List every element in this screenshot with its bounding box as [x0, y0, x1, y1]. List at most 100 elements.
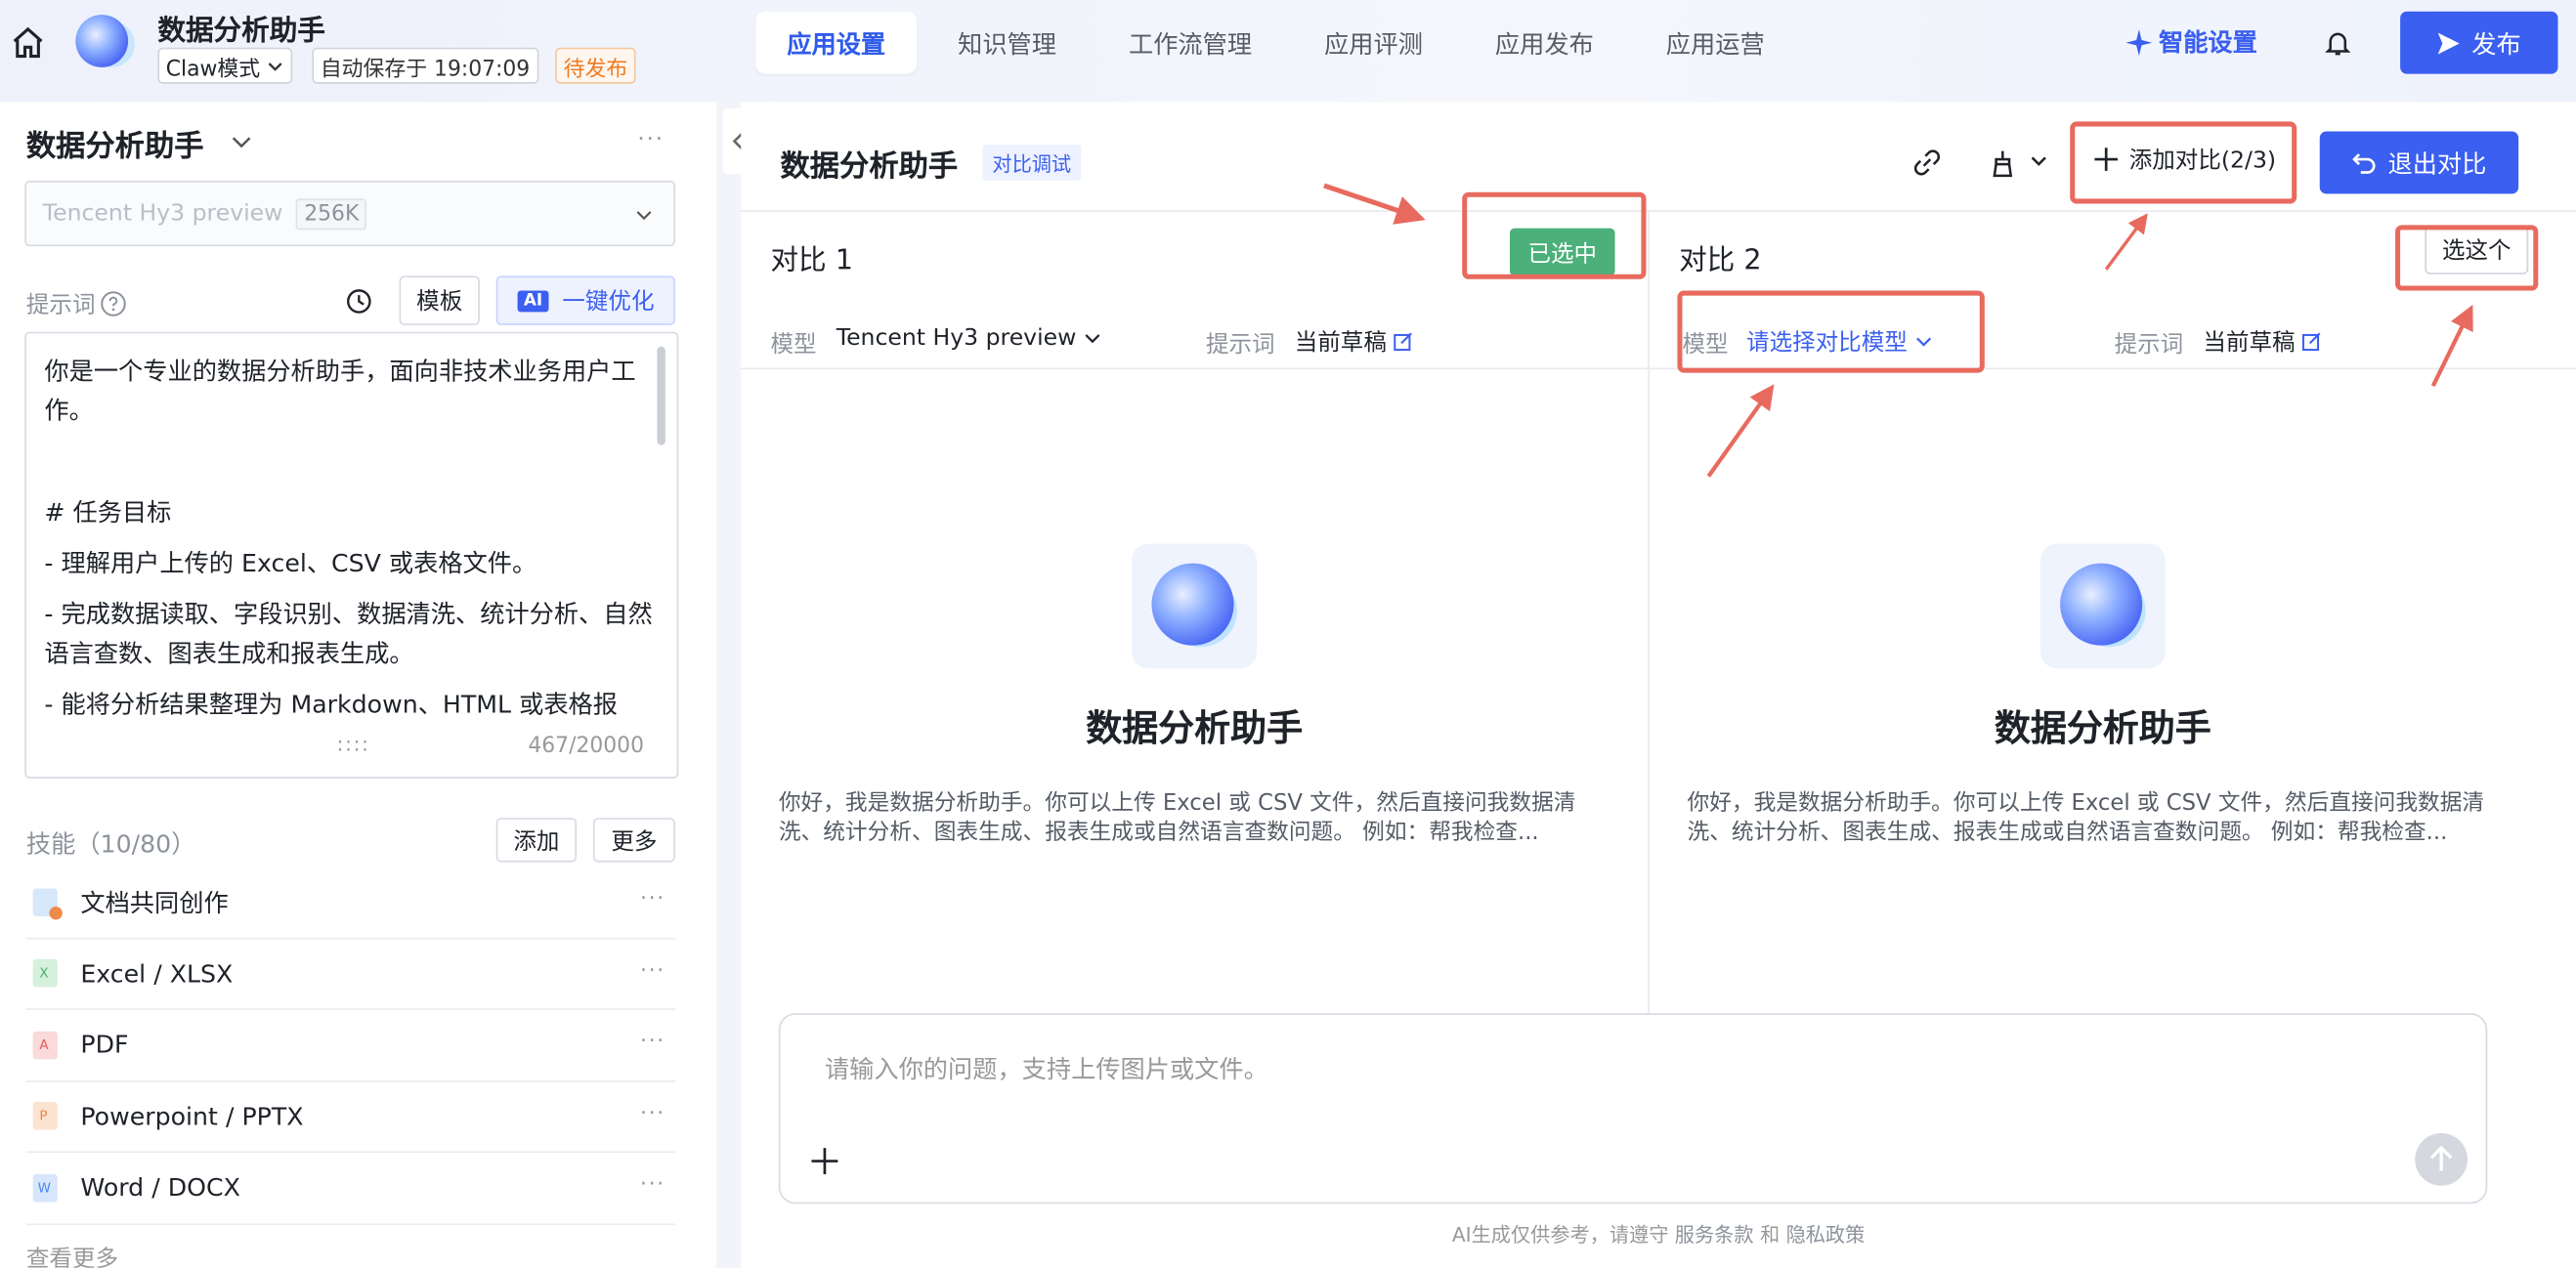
chevron-down-icon[interactable] — [230, 131, 253, 154]
bot-logo — [1132, 543, 1258, 669]
chat-input-placeholder: 请输入你的问题，支持上传图片或文件。 — [824, 1054, 1268, 1084]
tab-workflow[interactable]: 工作流管理 — [1097, 12, 1283, 74]
arrow-up-icon — [2429, 1145, 2453, 1171]
prompt-line: - 理解用户上传的 Excel、CSV 或表格文件。 — [44, 548, 537, 578]
help-icon[interactable] — [101, 291, 127, 317]
annotation-box — [1677, 290, 1985, 373]
model-label: 模型 — [770, 331, 817, 359]
prompt-editor[interactable]: 你是一个专业的数据分析助手，面向非技术业务用户工作。 # 任务目标 - 理解用户… — [24, 331, 679, 779]
tab-app-settings[interactable]: 应用设置 — [755, 11, 918, 74]
prompt-label: 提示词 — [26, 287, 127, 320]
compare-column-1: 对比 1 已选中 模型 Tencent Hy3 preview 提示词 当前草稿… — [741, 210, 1648, 1015]
app-title: 数据分析助手 — [157, 15, 325, 48]
chevron-down-icon — [269, 62, 283, 70]
prompt-line: # 任务目标 — [44, 497, 172, 528]
skills-label: 技能（10/80） — [25, 828, 196, 860]
publish-button[interactable]: 发布 — [2400, 11, 2558, 74]
model-name: Tencent Hy3 preview — [42, 200, 283, 227]
skill-name: Excel / XLSX — [80, 958, 234, 989]
model-select[interactable]: Tencent Hy3 preview 256K — [24, 180, 675, 247]
word-file-icon: W — [32, 1173, 58, 1203]
exit-compare-label: 退出对比 — [2387, 148, 2487, 179]
template-button[interactable]: 模板 — [399, 275, 480, 325]
pdf-file-icon: A — [32, 1031, 58, 1059]
prompt-label-text: 提示词 — [25, 292, 96, 319]
more-options-icon[interactable]: ··· — [640, 958, 665, 983]
tab-release[interactable]: 应用发布 — [1464, 12, 1625, 74]
prompt-draft-link[interactable]: 当前草稿 — [1295, 325, 1413, 359]
publish-label: 发布 — [2471, 28, 2521, 59]
excel-file-icon: X — [32, 959, 58, 988]
bot-logo — [2039, 543, 2166, 669]
resize-grip-icon[interactable]: :::: — [337, 733, 370, 756]
broom-icon — [1993, 150, 2046, 178]
more-options-icon[interactable]: ··· — [640, 1030, 665, 1054]
exit-compare-button[interactable]: 退出对比 — [2319, 131, 2519, 194]
add-skill-button[interactable]: 添加 — [495, 818, 578, 863]
ai-optimize-label: 一键优化 — [562, 288, 655, 316]
undo-icon — [2352, 153, 2377, 174]
skills-list: 文档共同创作 ··· X Excel / XLSX ··· A PDF ··· … — [25, 867, 675, 1225]
model-value: Tencent Hy3 preview — [836, 324, 1077, 352]
annotation-box — [2070, 121, 2297, 204]
chevron-down-icon — [636, 211, 652, 221]
more-skills-button[interactable]: 更多 — [592, 818, 675, 863]
left-panel-title: 数据分析助手 — [25, 129, 204, 165]
bot-name: 数据分析助手 — [1994, 709, 2211, 751]
list-item[interactable]: X Excel / XLSX ··· — [25, 939, 675, 1010]
prompt-draft-link[interactable]: 当前草稿 — [2203, 325, 2321, 359]
more-options-icon[interactable]: ··· — [640, 887, 665, 911]
more-options-icon[interactable]: ··· — [640, 1101, 665, 1125]
prompt-line: - 完成数据读取、字段识别、数据清洗、统计分析、自然语言查数、图表生成和报表生成… — [44, 599, 653, 669]
ppt-file-icon: P — [32, 1102, 58, 1131]
doc-coauthor-icon — [32, 888, 63, 920]
model-dropdown[interactable]: Tencent Hy3 preview — [837, 325, 1103, 352]
app-logo — [75, 15, 129, 67]
prompt-value: 当前草稿 — [1294, 329, 1387, 357]
sparkle-icon — [2125, 28, 2153, 56]
skill-name: Powerpoint / PPTX — [80, 1101, 304, 1131]
scrollbar[interactable] — [657, 346, 665, 445]
tab-knowledge[interactable]: 知识管理 — [926, 12, 1088, 74]
prompt-label: 提示词 — [2114, 331, 2184, 359]
list-item[interactable]: A PDF ··· — [25, 1010, 675, 1082]
prompt-line: 你是一个专业的数据分析助手，面向非技术业务用户工作。 — [44, 356, 636, 426]
smart-settings-label: 智能设置 — [2158, 27, 2257, 58]
mode-badge: 对比调试 — [982, 144, 1082, 181]
compare-panel: 数据分析助手 对比调试 添加对比(2/3) 退出对比 对比 1 已选中 模型 T… — [741, 102, 2576, 1268]
page-title: 数据分析助手 — [780, 148, 959, 185]
prompt-line: - 能将分析结果整理为 Markdown、HTML 或表格报 — [44, 690, 618, 720]
column-title: 对比 1 — [770, 244, 853, 278]
app-root: 数据分析助手 Claw模式 自动保存于 19:07:09 待发布 应用设置 知识… — [0, 0, 2576, 1268]
terms-link[interactable]: 服务条款 — [1675, 1223, 1754, 1247]
mode-select[interactable]: Claw模式 — [157, 47, 293, 84]
more-options-icon[interactable]: ··· — [637, 126, 665, 152]
top-bar: 数据分析助手 Claw模式 自动保存于 19:07:09 待发布 应用设置 知识… — [0, 0, 2576, 103]
smart-settings-button[interactable]: 智能设置 — [2125, 24, 2257, 59]
tab-evaluation[interactable]: 应用评测 — [1293, 12, 1454, 74]
prompt-label: 提示词 — [1205, 331, 1275, 359]
privacy-link[interactable]: 隐私政策 — [1786, 1223, 1866, 1247]
main-nav: 应用设置 知识管理 工作流管理 应用评测 应用发布 应用运营 — [755, 11, 1805, 74]
char-count: 467/20000 — [528, 734, 644, 759]
view-more-link[interactable]: 查看更多 — [26, 1242, 118, 1268]
mode-label: Claw模式 — [165, 56, 261, 82]
history-icon[interactable] — [345, 287, 373, 316]
home-icon[interactable] — [10, 24, 46, 61]
edit-icon — [1394, 332, 1412, 352]
clean-tool-button[interactable] — [1993, 148, 2052, 178]
context-badge: 256K — [295, 197, 367, 230]
chat-input-box[interactable]: 请输入你的问题，支持上传图片或文件。 — [778, 1013, 2488, 1205]
list-item[interactable]: P Powerpoint / PPTX ··· — [25, 1081, 675, 1154]
annotation-box — [1462, 191, 1647, 279]
plus-icon[interactable] — [810, 1146, 839, 1175]
send-button[interactable] — [2415, 1132, 2469, 1186]
bell-icon[interactable] — [2323, 28, 2352, 58]
list-item[interactable]: 文档共同创作 ··· — [25, 867, 675, 939]
ai-optimize-button[interactable]: AI 一键优化 — [495, 275, 675, 325]
link-icon[interactable] — [1912, 148, 1942, 177]
list-item[interactable]: W Word / DOCX ··· — [25, 1153, 675, 1225]
tab-operations[interactable]: 应用运营 — [1635, 12, 1796, 74]
more-options-icon[interactable]: ··· — [640, 1172, 665, 1197]
status-badge: 待发布 — [555, 47, 636, 84]
